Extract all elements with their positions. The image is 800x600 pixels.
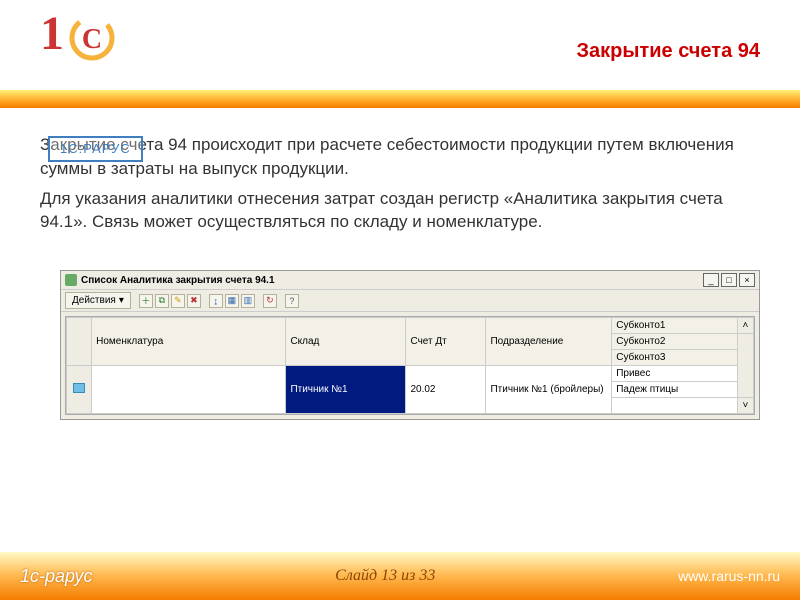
- app-window: Список Аналитика закрытия счета 94.1 _ □…: [60, 270, 760, 420]
- actions-dropdown[interactable]: Действия ▾: [65, 292, 131, 309]
- paragraph-2: Для указания аналитики отнесения затрат …: [40, 187, 760, 235]
- cell-schet-dt[interactable]: 20.02: [406, 366, 486, 414]
- footer-brand: 1с-рарус: [20, 566, 92, 587]
- actions-label: Действия: [72, 295, 116, 306]
- help-icon[interactable]: ?: [285, 294, 299, 308]
- scroll-up-icon[interactable]: ˄: [737, 318, 753, 334]
- col-subkonto3[interactable]: Субконто3: [612, 350, 738, 366]
- slide-header: 1 С Закрытие счета 94: [0, 0, 800, 90]
- col-sklad[interactable]: Склад: [286, 318, 406, 366]
- col-podrazdelenie[interactable]: Подразделение: [486, 318, 612, 366]
- col-schet-dt[interactable]: Счет Дт: [406, 318, 486, 366]
- cell-podrazdelenie[interactable]: Птичник №1 (бройлеры): [486, 366, 612, 414]
- refresh-icon[interactable]: ↻: [263, 294, 277, 308]
- col-subkonto2[interactable]: Субконто2: [612, 334, 738, 350]
- toolbar: Действия ▾ ＋ ⧉ ✎ ✖ ↨ ▦ ▥ ↻ ?: [61, 290, 759, 312]
- window-titlebar: Список Аналитика закрытия счета 94.1 _ □…: [61, 271, 759, 290]
- minimize-button[interactable]: _: [703, 273, 719, 287]
- slide-counter: Слайд 13 из 33: [335, 567, 435, 585]
- filter-icon[interactable]: ▦: [225, 294, 239, 308]
- cell-subkonto2[interactable]: Падеж птицы: [612, 382, 738, 398]
- data-table-wrap: Номенклатура Склад Счет Дт Подразделение…: [65, 316, 755, 415]
- window-title: Список Аналитика закрытия счета 94.1: [81, 275, 703, 286]
- cell-subkonto1[interactable]: Привес: [612, 366, 738, 382]
- slide-title: Закрытие счета 94: [576, 40, 760, 63]
- maximize-button[interactable]: □: [721, 273, 737, 287]
- table-header-row: Номенклатура Склад Счет Дт Подразделение…: [67, 318, 754, 334]
- paragraph-1: Закрытие счета 94 происходит при расчете…: [40, 133, 760, 181]
- logo-1c: 1 С: [40, 10, 116, 67]
- col-subkonto1[interactable]: Субконто1: [612, 318, 738, 334]
- cell-nomenklatura[interactable]: [92, 366, 286, 414]
- body-text: Закрытие счета 94 происходит при расчете…: [40, 133, 760, 234]
- slide-body: 1С:РАРУС Закрытие счета 94 происходит пр…: [0, 108, 800, 250]
- filter-off-icon[interactable]: ▥: [241, 294, 255, 308]
- data-table[interactable]: Номенклатура Склад Счет Дт Подразделение…: [66, 317, 754, 414]
- delete-icon[interactable]: ✖: [187, 294, 201, 308]
- logo-1-glyph: 1: [40, 10, 64, 58]
- cell-sklad[interactable]: Птичник №1: [286, 366, 406, 414]
- cell-subkonto3[interactable]: [612, 398, 738, 414]
- add-icon[interactable]: ＋: [139, 294, 153, 308]
- scroll-down-icon[interactable]: ˅: [737, 398, 753, 414]
- sort-icon[interactable]: ↨: [209, 294, 223, 308]
- footer-url: www.rarus-nn.ru: [678, 568, 780, 584]
- edit-icon[interactable]: ✎: [171, 294, 185, 308]
- scrollbar-track[interactable]: [737, 334, 753, 398]
- header-divider-band: [0, 90, 800, 108]
- add-copy-icon[interactable]: ⧉: [155, 294, 169, 308]
- svg-text:С: С: [82, 24, 102, 55]
- close-button[interactable]: ×: [739, 273, 755, 287]
- window-icon: [65, 274, 77, 286]
- record-marker-icon: [73, 383, 85, 393]
- table-row[interactable]: Птичник №1 20.02 Птичник №1 (бройлеры) П…: [67, 366, 754, 382]
- chevron-down-icon: ▾: [119, 295, 124, 306]
- col-nomenklatura[interactable]: Номенклатура: [92, 318, 286, 366]
- window-controls: _ □ ×: [703, 273, 755, 287]
- footer: 1с-рарус Слайд 13 из 33 www.rarus-nn.ru: [0, 552, 800, 600]
- logo-c-glyph: С: [68, 14, 116, 67]
- watermark-badge: 1С:РАРУС: [48, 136, 143, 162]
- header-marker: [67, 318, 92, 366]
- row-marker: [67, 366, 92, 414]
